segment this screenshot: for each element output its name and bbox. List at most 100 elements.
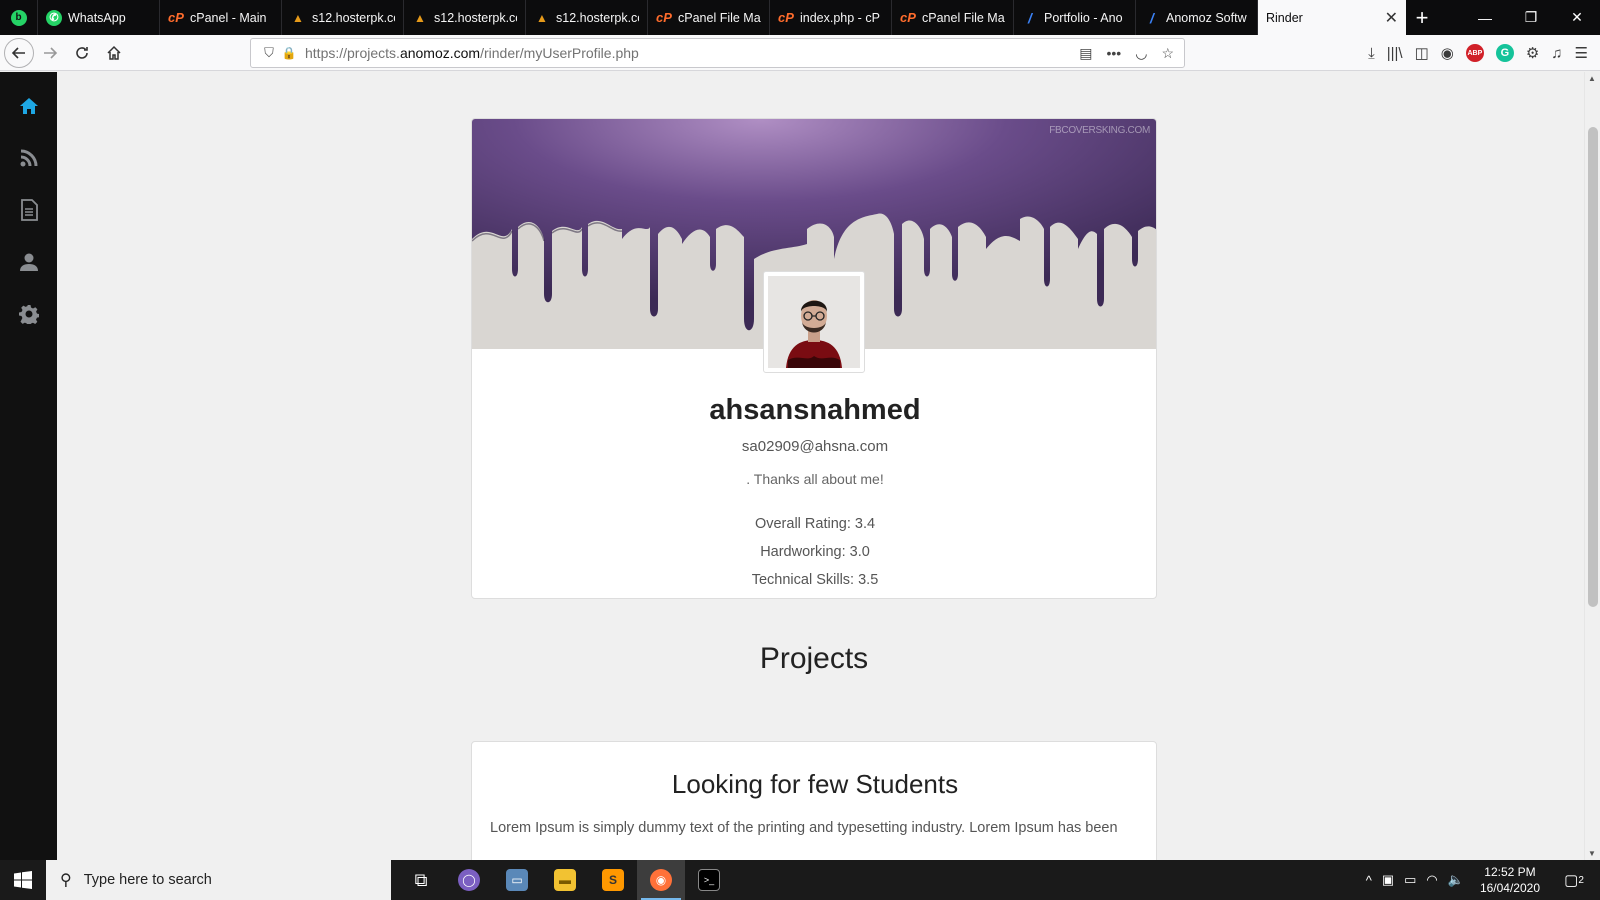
tab-whatsapp[interactable]: ✆ WhatsApp (38, 0, 160, 35)
cover-watermark: FBCOVERSKING.COM (1049, 125, 1150, 136)
new-tab-button[interactable]: + (1406, 0, 1438, 35)
menu-hamburger-icon[interactable]: ☰ (1575, 44, 1588, 62)
library-icon[interactable]: |||\ (1387, 45, 1403, 62)
sidebar-toggle-icon[interactable]: ◫ (1415, 44, 1429, 62)
insecure-lock-icon[interactable]: 🔒 (279, 46, 299, 60)
taskbar-clock[interactable]: 12:52 PM 16/04/2020 (1474, 864, 1546, 896)
project-card[interactable]: Looking for few Students Lorem Ipsum is … (471, 741, 1157, 860)
address-bar-actions: ▤ ••• ◡ ☆ (1079, 45, 1184, 62)
taskbar-app-firefox[interactable]: ◉ (637, 860, 685, 900)
home-icon (19, 98, 38, 114)
music-extension-icon[interactable]: ♫ (1551, 45, 1562, 62)
tab-label: Anomoz Softw (1166, 10, 1247, 25)
start-button[interactable] (0, 860, 46, 900)
rating-hardworking: Hardworking: 3.0 (760, 544, 870, 560)
adblock-plus-icon[interactable]: ABP (1465, 44, 1484, 62)
tab-label: cPanel File Mar (678, 10, 761, 25)
hosterpk-icon: ▲ (292, 10, 304, 25)
action-center-button[interactable]: ▢ 2 (1556, 871, 1592, 889)
task-view-button[interactable]: ⧉ (397, 860, 445, 900)
rating-overall: Overall Rating: 3.4 (754, 516, 876, 532)
tab-label: cPanel - Main (190, 10, 267, 25)
cpanel-icon: cP (778, 10, 794, 25)
sidebar-item-documents[interactable] (0, 184, 57, 236)
sidebar-item-settings[interactable] (0, 288, 57, 340)
reader-view-icon[interactable]: ▤ (1079, 45, 1092, 62)
taskbar-app-sublime-text[interactable]: S (589, 860, 637, 900)
taskbar-app-file-explorer[interactable]: ▬ (541, 860, 589, 900)
sidebar-item-feed[interactable] (0, 132, 57, 184)
command-prompt-icon: >_ (698, 869, 720, 891)
account-icon[interactable]: ◉ (1441, 44, 1454, 62)
extension-icon[interactable]: ⚙ (1526, 44, 1539, 62)
downloads-icon[interactable]: ⤓ (1368, 45, 1375, 62)
clock-time: 12:52 PM (1484, 865, 1536, 879)
taskbar-app-terminal[interactable]: >_ (685, 860, 733, 900)
sublime-text-icon: S (602, 869, 624, 891)
show-hidden-icons-icon[interactable]: ^ (1366, 873, 1372, 888)
project-title[interactable]: Looking for few Students (472, 769, 1158, 800)
tab-cpanel-file-manager-1[interactable]: cP cPanel File Mar (648, 0, 770, 35)
reload-icon (76, 46, 88, 59)
tab-label: s12.hosterpk.co (434, 10, 517, 25)
tab-index-php[interactable]: cP index.php - cP (770, 0, 892, 35)
pocket-icon[interactable]: ◡ (1135, 45, 1147, 62)
system-tray: ^ ▣ ▭ ◠ 🔈 12:52 PM 16/04/2020 ▢ 2 (1366, 864, 1600, 896)
restore-icon[interactable]: ❐ (1508, 0, 1554, 35)
page-actions-icon[interactable]: ••• (1107, 45, 1122, 62)
forward-button[interactable] (34, 37, 66, 69)
windows-taskbar: ⚲ Type here to search ⧉ ◯ ▭ ▬ S ◉ >_ ^ ▣… (0, 860, 1600, 900)
tab-label: Portfolio - Ano (1044, 10, 1123, 25)
tab-cpanel-file-manager-2[interactable]: cP cPanel File Mar (892, 0, 1014, 35)
circle-app-icon: ◯ (458, 869, 480, 891)
tab-cpanel-main[interactable]: cP cPanel - Main (160, 0, 282, 35)
task-view-icon: ⧉ (414, 869, 428, 890)
remote-desktop-icon: ▭ (506, 869, 528, 891)
document-icon (20, 199, 38, 221)
device-icon[interactable]: ▣ (1382, 872, 1394, 888)
tab-anomoz-software[interactable]: / Anomoz Softw (1136, 0, 1258, 35)
search-placeholder: Type here to search (83, 872, 212, 888)
tracking-shield-icon[interactable]: ⛉ (259, 45, 279, 61)
hosterpk-icon: ▲ (414, 10, 426, 25)
search-icon: ⚲ (60, 872, 72, 889)
sidebar-item-home[interactable] (0, 80, 57, 132)
hosterpk-icon: ▲ (536, 10, 548, 25)
tab-rinder[interactable]: Rinder ✕ (1258, 0, 1406, 35)
scrollbar-thumb[interactable] (1588, 127, 1598, 607)
tab-pinned-whatsapp-business[interactable]: b (0, 0, 38, 35)
taskbar-app-purple[interactable]: ◯ (445, 860, 493, 900)
tab-hosterpk-1[interactable]: ▲ s12.hosterpk.co (282, 0, 404, 35)
sidebar-item-profile[interactable] (0, 236, 57, 288)
reload-button[interactable] (66, 37, 98, 69)
volume-icon[interactable]: 🔈 (1448, 872, 1464, 888)
back-button[interactable] (4, 37, 34, 68)
settings-gear-icon (18, 305, 39, 324)
projects-heading: Projects (759, 642, 869, 675)
grammarly-icon[interactable]: G (1495, 44, 1514, 62)
close-tab-icon[interactable]: ✕ (1385, 8, 1398, 28)
close-window-icon[interactable]: ✕ (1554, 0, 1600, 35)
taskbar-search-box[interactable]: ⚲ Type here to search (46, 860, 391, 900)
wifi-icon[interactable]: ◠ (1426, 872, 1437, 888)
rss-feed-icon (20, 149, 37, 167)
address-bar[interactable]: ⛉ 🔒 https://projects.anomoz.com/rinder/m… (250, 38, 1185, 68)
battery-icon[interactable]: ▭ (1404, 872, 1416, 888)
tab-portfolio[interactable]: / Portfolio - Ano (1014, 0, 1136, 35)
bookmark-star-icon[interactable]: ☆ (1161, 45, 1174, 62)
scroll-up-icon[interactable]: ▲ (1588, 74, 1596, 83)
tab-hosterpk-2[interactable]: ▲ s12.hosterpk.co (404, 0, 526, 35)
page-scrollbar[interactable]: ▲ ▼ (1584, 72, 1600, 860)
notification-icon: ▢ (1564, 872, 1579, 889)
profile-photo (768, 276, 860, 368)
notification-count: 2 (1578, 874, 1584, 886)
taskbar-app-remote-desktop[interactable]: ▭ (493, 860, 541, 900)
cpanel-icon: cP (168, 10, 184, 25)
scroll-down-icon[interactable]: ▼ (1588, 849, 1596, 858)
url-text[interactable]: https://projects.anomoz.com/rinder/myUse… (305, 45, 639, 61)
minimize-icon[interactable]: — (1462, 0, 1508, 35)
home-button[interactable] (98, 37, 130, 69)
whatsapp-business-icon: b (10, 9, 27, 26)
tab-hosterpk-3[interactable]: ▲ s12.hosterpk.co (526, 0, 648, 35)
folder-icon: ▬ (554, 869, 576, 891)
